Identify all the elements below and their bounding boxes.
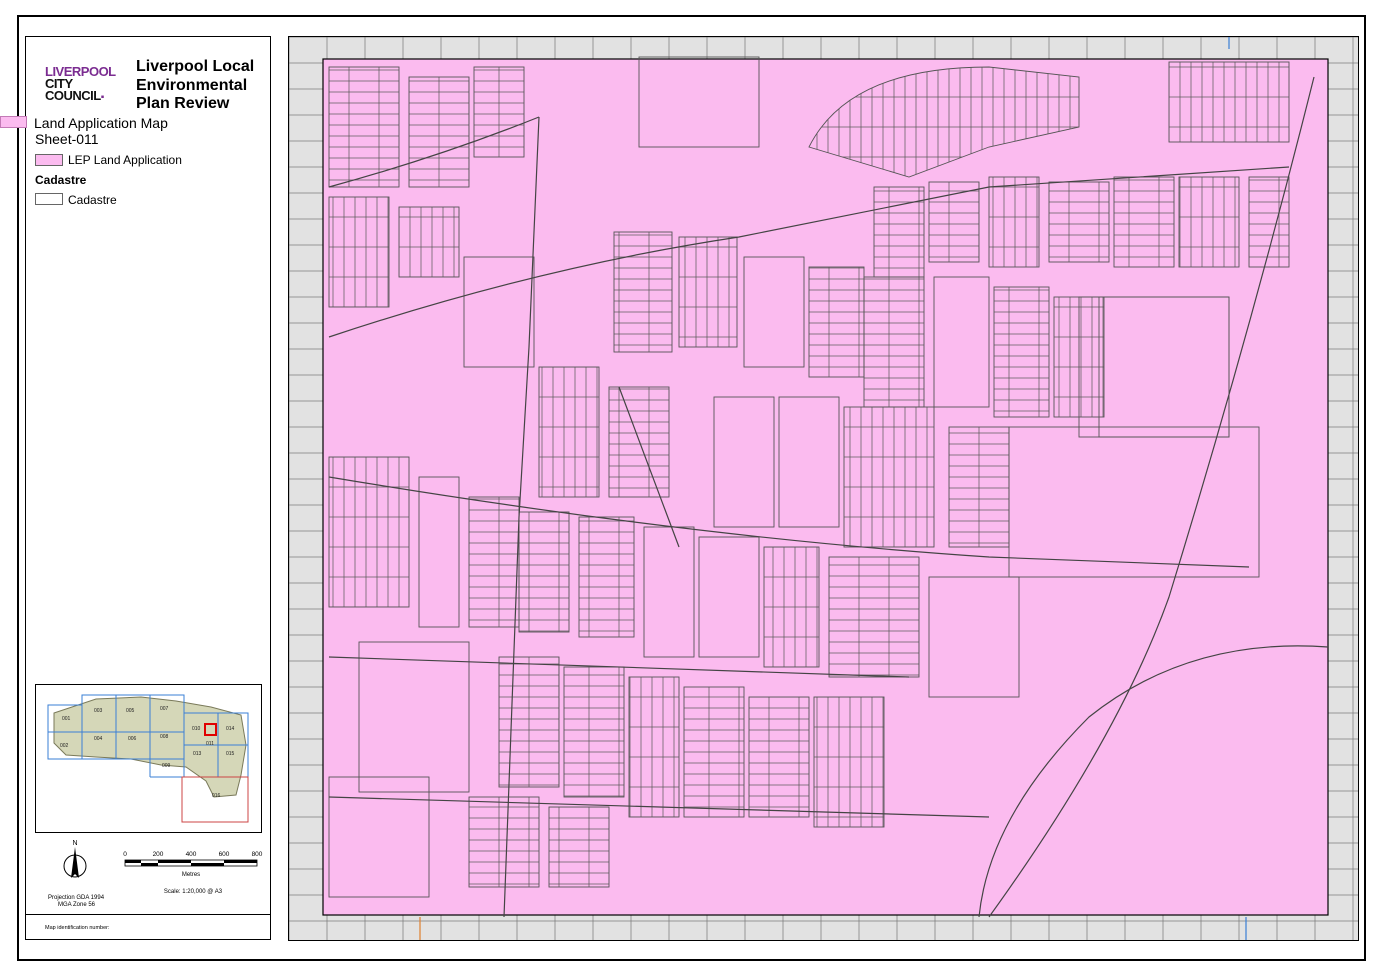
- scale-segment: [191, 863, 224, 866]
- lep-land-application-label: LEP Land Application: [68, 153, 182, 167]
- cadastre-block: [468, 496, 520, 628]
- cadastre-block: [843, 406, 935, 548]
- north-label: N: [72, 840, 77, 847]
- scale-segment: [125, 860, 141, 863]
- key-sheet-label: 010: [192, 726, 201, 732]
- key-sheet-label: 002: [60, 743, 69, 749]
- cadastre-block: [1248, 176, 1290, 268]
- map-name-swatch: [0, 116, 27, 128]
- key-map: 001 002 003 004 005 006 007 008 009 010 …: [35, 684, 262, 833]
- cadastre-block: [993, 286, 1050, 418]
- cadastre-block: [518, 511, 570, 633]
- key-sheet-label: 005: [126, 708, 135, 714]
- cadastre-block: [498, 656, 560, 788]
- map-id-label: Map identification number:: [45, 925, 110, 931]
- cadastre-block: [813, 696, 885, 828]
- cadastre-block: [398, 206, 460, 278]
- cadastre-block: [1113, 176, 1175, 268]
- cadastre-block: [828, 556, 920, 678]
- north-arrow: N: [55, 838, 95, 898]
- cadastre-block: [628, 676, 680, 818]
- key-sheet-label: 016: [212, 793, 221, 799]
- north-arrow-icon: [71, 847, 79, 878]
- cadastre-block: [678, 236, 738, 348]
- key-sheet-label: 014: [226, 726, 235, 732]
- scale-tick-label: 600: [219, 851, 230, 858]
- sheet-number: Sheet-011: [35, 131, 99, 147]
- scale-tick-label: 200: [153, 851, 164, 858]
- cadastre-block: [468, 796, 540, 888]
- map-title: Liverpool Local Environmental Plan Revie…: [136, 58, 255, 112]
- cadastre-block: [473, 66, 525, 158]
- cadastre-block: [988, 176, 1040, 268]
- cadastre-block: [563, 666, 625, 798]
- cadastre-block: [863, 276, 925, 408]
- key-sheet-label: 009: [162, 763, 171, 769]
- key-sheet-label: 003: [94, 708, 103, 714]
- scale-bar: 0 200 400 600 800 Metres Scale: 1:20,000…: [115, 848, 270, 898]
- cadastre-block: [548, 806, 610, 888]
- map-name: Land Application Map: [34, 115, 168, 131]
- key-map-graphic: 001 002 003 004 005 006 007 008 009 010 …: [47, 694, 249, 823]
- key-sheet-label: 001: [62, 716, 71, 722]
- cadastre-block: [948, 426, 1010, 548]
- cadastre-block: [748, 696, 810, 818]
- scale-tick-label: 800: [252, 851, 263, 858]
- scale-units: Metres: [182, 872, 200, 878]
- scale-tick-label: 400: [186, 851, 197, 858]
- key-sheet-label: 011: [206, 741, 214, 747]
- cadastre-block: [763, 546, 820, 668]
- lep-land-application-swatch: [35, 154, 63, 166]
- cadastre-block: [328, 196, 390, 308]
- scale-segment: [224, 860, 257, 863]
- cadastre-block: [328, 66, 400, 188]
- projection-line-2: MGA Zone 56: [58, 902, 96, 908]
- cadastre-swatch: [35, 193, 63, 205]
- cadastre-block: [1168, 61, 1290, 143]
- scale-tick-label: 0: [123, 851, 127, 858]
- key-sheet-label: 013: [193, 751, 202, 757]
- key-sheet-label: 015: [226, 751, 235, 757]
- cadastre-block: [1048, 181, 1110, 263]
- logo-mark-icon: ▪: [100, 92, 105, 103]
- cadastre-block: [408, 76, 470, 188]
- cadastre-block: [1178, 176, 1240, 268]
- scale-text: Scale: 1:20,000 @ A3: [164, 889, 223, 895]
- cadastre-block: [578, 516, 635, 638]
- cadastre-block: [683, 686, 745, 818]
- map-canvas[interactable]: [289, 37, 1359, 941]
- logo-line-3-text: COUNCIL: [45, 88, 101, 103]
- cadastre-label: Cadastre: [68, 193, 117, 207]
- cadastre-block: [873, 186, 925, 278]
- key-sheet-label: 008: [160, 734, 169, 740]
- scale-segment: [158, 860, 191, 863]
- cadastre-block: [808, 266, 865, 378]
- map-id-row: Map identification number:: [25, 914, 271, 940]
- logo-line-3: COUNCIL▪: [45, 88, 125, 104]
- cadastre-block: [538, 366, 600, 498]
- cadastre-heading: Cadastre: [35, 173, 87, 187]
- council-logo: LIVERPOOL CITY COUNCIL▪: [45, 65, 125, 104]
- scale-segment: [141, 863, 158, 866]
- key-sheet-label: 004: [94, 736, 103, 742]
- map-frame[interactable]: [288, 36, 1359, 941]
- key-sheet-label: 007: [160, 706, 169, 712]
- projection-line-1: Projection GDA 1994: [48, 895, 105, 901]
- key-sheet-label: 006: [128, 736, 137, 742]
